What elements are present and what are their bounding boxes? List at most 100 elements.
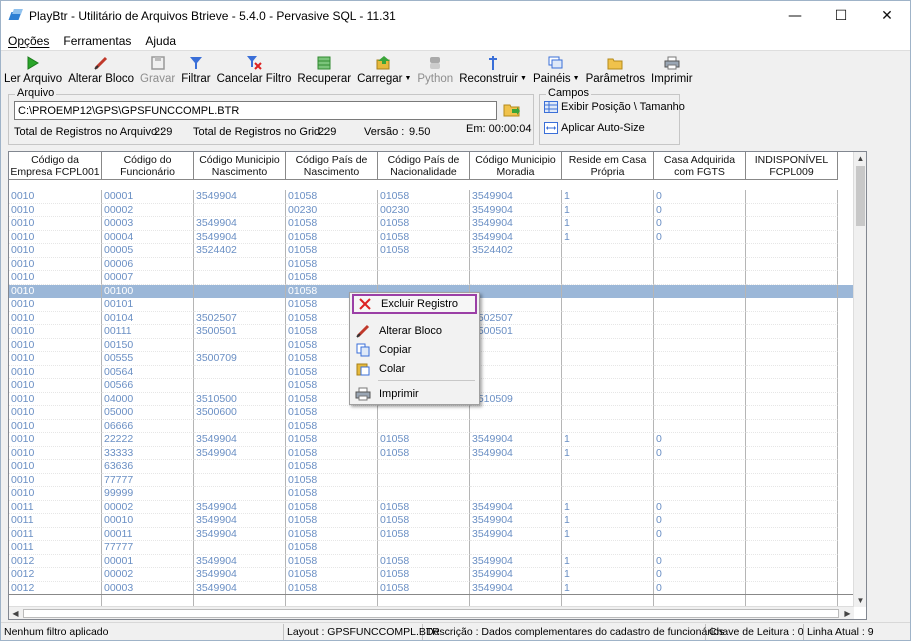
table-cell[interactable]: 00150 — [102, 338, 194, 352]
table-cell[interactable] — [194, 298, 286, 312]
table-cell[interactable]: 0 — [654, 190, 746, 204]
table-cell[interactable] — [746, 406, 838, 420]
table-cell[interactable]: 3549904 — [194, 527, 286, 541]
table-cell[interactable]: 3549904 — [194, 190, 286, 204]
table-row[interactable]: 0011 77777 01058 — [9, 541, 854, 555]
table-cell[interactable] — [194, 419, 286, 433]
table-cell[interactable] — [746, 473, 838, 487]
table-cell[interactable] — [746, 230, 838, 244]
table-cell[interactable] — [746, 379, 838, 393]
table-cell[interactable]: 0012 — [9, 554, 102, 568]
table-cell[interactable]: 0 — [654, 527, 746, 541]
table-cell[interactable]: 00001 — [102, 190, 194, 204]
table-cell[interactable]: 0010 — [9, 230, 102, 244]
table-cell[interactable]: 00111 — [102, 325, 194, 339]
table-cell[interactable]: 00006 — [102, 257, 194, 271]
table-cell[interactable] — [746, 433, 838, 447]
vertical-scrollbar[interactable]: ▲ ▼ — [853, 152, 866, 607]
table-cell[interactable]: 3549904 — [470, 514, 562, 528]
table-cell[interactable]: 00564 — [102, 365, 194, 379]
table-cell[interactable]: 01058 — [286, 541, 378, 555]
table-cell[interactable]: 3549904 — [194, 446, 286, 460]
table-cell[interactable] — [654, 352, 746, 366]
table-cell[interactable] — [194, 460, 286, 474]
table-cell[interactable] — [562, 244, 654, 258]
table-cell[interactable]: 01058 — [286, 419, 378, 433]
table-row[interactable]: 0012 00001 3549904 01058 01058 3549904 1 0 — [9, 554, 854, 568]
table-cell[interactable] — [562, 406, 654, 420]
table-cell[interactable]: 3549904 — [470, 433, 562, 447]
table-cell[interactable]: 00007 — [102, 271, 194, 285]
table-cell[interactable] — [470, 487, 562, 501]
table-cell[interactable]: 33333 — [102, 446, 194, 460]
table-cell[interactable] — [470, 284, 562, 298]
table-cell[interactable]: 1 — [562, 554, 654, 568]
table-cell[interactable]: 0 — [654, 446, 746, 460]
table-cell[interactable]: 0011 — [9, 527, 102, 541]
cancelar-filtro-button[interactable]: Cancelar Filtro — [214, 52, 295, 85]
table-row[interactable]: 0010 00007 01058 — [9, 271, 854, 285]
table-cell[interactable]: 3549904 — [194, 514, 286, 528]
table-cell[interactable]: 0010 — [9, 325, 102, 339]
table-cell[interactable] — [746, 541, 838, 555]
table-cell[interactable]: 01058 — [378, 527, 470, 541]
table-cell[interactable] — [746, 257, 838, 271]
table-cell[interactable] — [194, 257, 286, 271]
table-cell[interactable]: 01058 — [378, 514, 470, 528]
table-cell[interactable]: 3549904 — [470, 203, 562, 217]
table-cell[interactable]: 01058 — [286, 473, 378, 487]
table-cell[interactable]: 0010 — [9, 244, 102, 258]
table-cell[interactable]: 77777 — [102, 541, 194, 555]
table-cell[interactable] — [746, 446, 838, 460]
table-cell[interactable]: 01058 — [378, 230, 470, 244]
table-cell[interactable] — [746, 500, 838, 514]
ctx-colar[interactable]: Colar — [352, 359, 477, 379]
table-cell[interactable] — [470, 406, 562, 420]
table-cell[interactable]: 00003 — [102, 581, 194, 595]
table-cell[interactable]: 0 — [654, 554, 746, 568]
table-row[interactable]: 0010 00003 3549904 01058 01058 3549904 1 0 — [9, 217, 854, 231]
table-cell[interactable]: 0 — [654, 568, 746, 582]
table-cell[interactable]: 0010 — [9, 217, 102, 231]
column-header[interactable]: Casa Adquirida com FGTS — [654, 152, 746, 180]
recuperar-button[interactable]: Recuperar — [294, 52, 354, 85]
carregar-button[interactable]: Carregar ▼ — [354, 52, 414, 85]
table-cell[interactable]: 0011 — [9, 514, 102, 528]
table-cell[interactable] — [746, 284, 838, 298]
table-cell[interactable] — [654, 406, 746, 420]
table-row[interactable]: 0010 00004 3549904 01058 01058 3549904 1 0 — [9, 230, 854, 244]
table-cell[interactable] — [654, 365, 746, 379]
table-cell[interactable] — [562, 541, 654, 555]
table-cell[interactable]: 01058 — [286, 554, 378, 568]
table-cell[interactable] — [562, 352, 654, 366]
close-button[interactable]: ✕ — [864, 1, 910, 31]
table-cell[interactable]: 01058 — [286, 230, 378, 244]
table-cell[interactable] — [470, 298, 562, 312]
table-cell[interactable]: 1 — [562, 230, 654, 244]
table-cell[interactable] — [654, 311, 746, 325]
table-cell[interactable]: 0010 — [9, 298, 102, 312]
table-cell[interactable]: 0011 — [9, 500, 102, 514]
table-cell[interactable]: 0010 — [9, 284, 102, 298]
table-cell[interactable] — [746, 554, 838, 568]
column-header[interactable]: Reside em Casa Própria — [562, 152, 654, 180]
open-folder-button[interactable] — [501, 99, 523, 121]
paineis-button[interactable]: Painéis ▼ — [530, 52, 583, 85]
table-cell[interactable]: 00104 — [102, 311, 194, 325]
table-cell[interactable] — [746, 487, 838, 501]
table-cell[interactable]: 01058 — [286, 406, 378, 420]
table-cell[interactable]: 3500501 — [470, 325, 562, 339]
table-cell[interactable]: 06666 — [102, 419, 194, 433]
table-row[interactable]: 0010 00001 3549904 01058 01058 3549904 1 0 — [9, 190, 854, 204]
table-cell[interactable]: 01058 — [286, 568, 378, 582]
table-row[interactable]: 0012 00002 3549904 01058 01058 3549904 1 0 — [9, 568, 854, 582]
menu-opcoes[interactable]: Opções — [1, 34, 56, 48]
parametros-button[interactable]: Parâmetros — [583, 52, 648, 85]
column-header[interactable]: Código Municipio Nascimento — [194, 152, 286, 180]
table-cell[interactable]: 3549904 — [470, 554, 562, 568]
table-cell[interactable]: 0010 — [9, 365, 102, 379]
table-cell[interactable] — [562, 284, 654, 298]
exibir-posicao-button[interactable]: Exibir Posição \ Tamanho — [544, 101, 685, 113]
ctx-excluir-registro[interactable]: Excluir Registro — [352, 294, 477, 314]
table-cell[interactable] — [746, 203, 838, 217]
